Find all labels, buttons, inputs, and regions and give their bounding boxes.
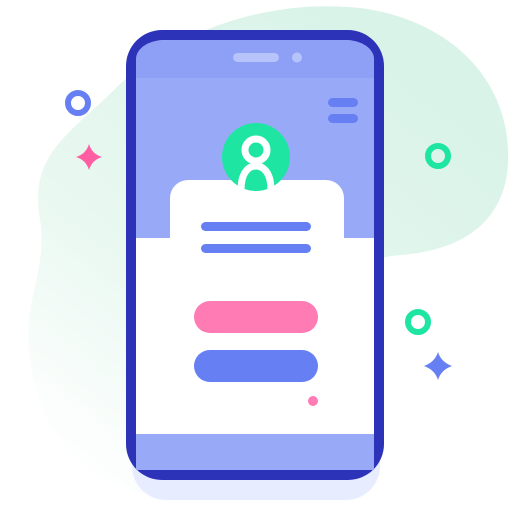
login-illustration	[28, 6, 509, 500]
illustration-canvas	[0, 0, 512, 512]
card-text-line	[201, 222, 311, 231]
speaker	[233, 53, 279, 62]
phone-bottom-bar-top	[136, 434, 374, 454]
pink-dot	[308, 396, 318, 406]
card-text-line	[201, 244, 311, 253]
signup-button[interactable]	[194, 350, 318, 382]
login-button[interactable]	[194, 301, 318, 333]
phone-status-bar-fill	[136, 60, 374, 78]
ring-dot-icon	[65, 90, 91, 116]
ring-dot-icon	[405, 309, 431, 335]
plus-sparkle-icon	[424, 352, 452, 380]
phone	[126, 30, 384, 480]
camera	[292, 52, 302, 63]
